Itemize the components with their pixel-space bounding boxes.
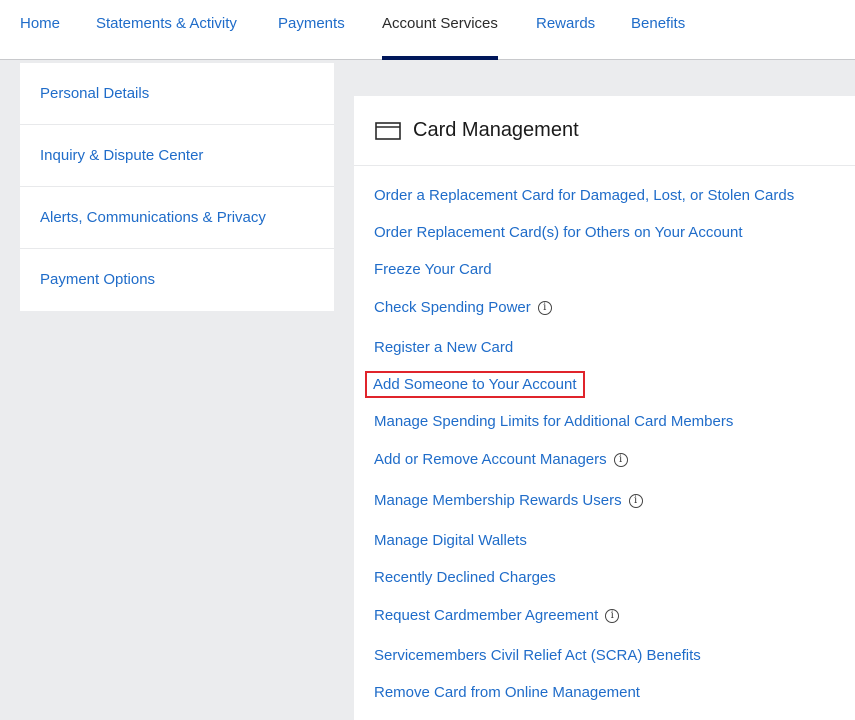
sidebar-item-inquiry-dispute-center[interactable]: Inquiry & Dispute Center (20, 125, 334, 187)
sidebar: Personal Details Inquiry & Dispute Cente… (20, 63, 334, 311)
top-navigation: Home Statements & Activity Payments Acco… (0, 0, 855, 60)
sidebar-item-payment-options[interactable]: Payment Options (20, 249, 334, 311)
credit-card-icon (375, 121, 401, 140)
link-register-new-card[interactable]: Register a New Card (374, 339, 513, 356)
link-request-cardmember-agreement[interactable]: Request Cardmember Agreement i (374, 607, 620, 624)
link-scra-benefits[interactable]: Servicemembers Civil Relief Act (SCRA) B… (374, 647, 701, 664)
link-label: Add or Remove Account Managers (374, 451, 607, 468)
link-label: Servicemembers Civil Relief Act (SCRA) B… (374, 647, 701, 664)
tab-home[interactable]: Home (20, 0, 60, 60)
link-label: Register a New Card (374, 339, 514, 356)
link-recently-declined-charges[interactable]: Recently Declined Charges (374, 569, 556, 586)
tab-benefits[interactable]: Benefits (631, 0, 685, 60)
sidebar-item-personal-details[interactable]: Personal Details (20, 63, 334, 125)
link-manage-digital-wallets[interactable]: Manage Digital Wallets (374, 532, 527, 549)
link-label: Manage Spending Limits for Additional Ca… (374, 413, 734, 430)
link-label: Add Someone to Your Account (373, 376, 577, 393)
link-add-someone-to-account[interactable]: Add Someone to Your Account (365, 371, 585, 398)
link-remove-card-online-management[interactable]: Remove Card from Online Management (374, 684, 640, 701)
info-icon[interactable]: i (628, 493, 643, 508)
sidebar-item-alerts-communications-privacy[interactable]: Alerts, Communications & Privacy (20, 187, 334, 249)
link-freeze-card[interactable]: Freeze Your Card (374, 261, 492, 278)
link-order-replacement-cards-others[interactable]: Order Replacement Card(s) for Others on … (374, 224, 743, 241)
link-label: Manage Membership Rewards Users (374, 492, 622, 509)
link-label: Manage Digital Wallets (374, 532, 527, 549)
info-icon[interactable]: i (605, 608, 620, 623)
tab-account-services[interactable]: Account Services (382, 0, 498, 60)
panel-title: Card Management (413, 119, 579, 141)
link-add-remove-account-managers[interactable]: Add or Remove Account Managers i (374, 451, 628, 468)
link-order-replacement-card[interactable]: Order a Replacement Card for Damaged, Lo… (374, 187, 794, 204)
link-label: Order a Replacement Card for Damaged, Lo… (374, 187, 795, 204)
link-label: Order Replacement Card(s) for Others on … (374, 224, 743, 241)
link-manage-membership-rewards-users[interactable]: Manage Membership Rewards Users i (374, 492, 643, 509)
link-label: Check Spending Power (374, 299, 531, 316)
card-management-panel: Card Management Order a Replacement Card… (354, 96, 855, 720)
link-label: Request Cardmember Agreement (374, 607, 599, 624)
info-icon[interactable]: i (537, 300, 552, 315)
tab-rewards[interactable]: Rewards (536, 0, 595, 60)
link-label: Freeze Your Card (374, 261, 492, 278)
info-icon[interactable]: i (613, 452, 628, 467)
link-manage-spending-limits[interactable]: Manage Spending Limits for Additional Ca… (374, 413, 733, 430)
link-label: Recently Declined Charges (374, 569, 556, 586)
panel-header: Card Management (354, 96, 855, 166)
link-label: Remove Card from Online Management (374, 684, 640, 701)
link-check-spending-power[interactable]: Check Spending Power i (374, 299, 552, 316)
tab-payments[interactable]: Payments (278, 0, 345, 60)
tab-statements-activity[interactable]: Statements & Activity (96, 0, 237, 60)
